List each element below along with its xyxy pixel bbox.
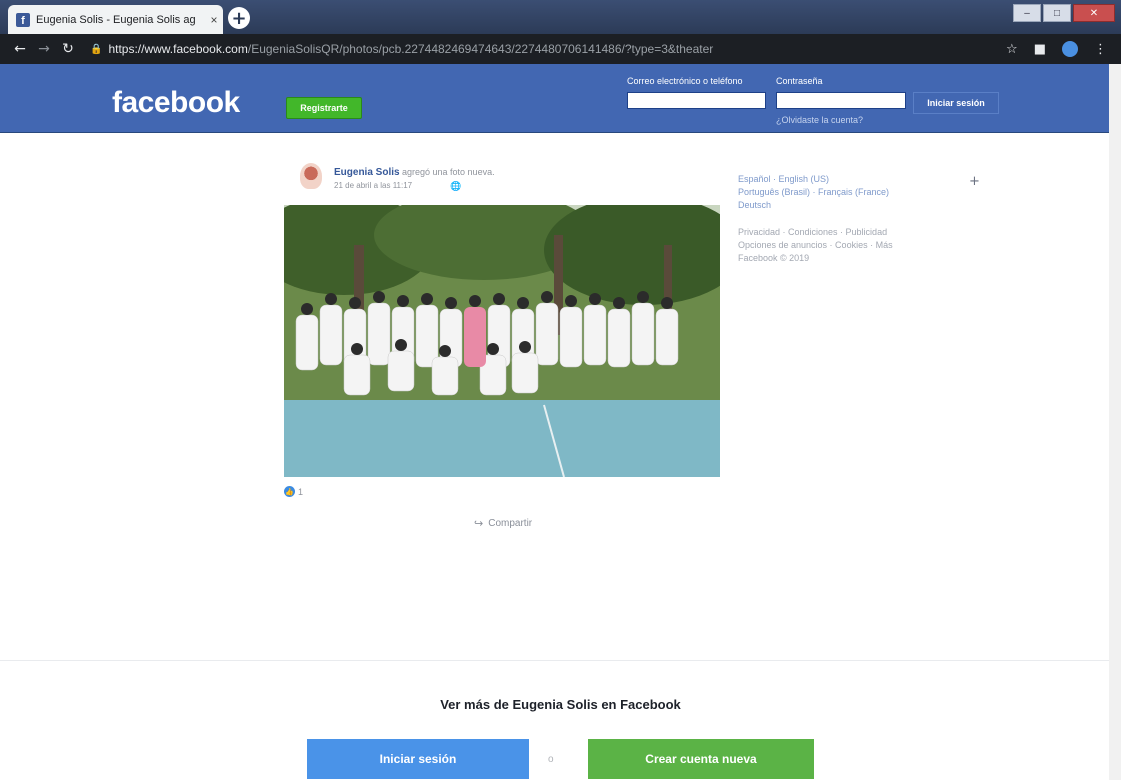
reactions-row[interactable]: 👍 1 (284, 486, 303, 497)
footer-line[interactable]: Opciones de anuncios · Cookies · Más (738, 239, 963, 252)
register-button[interactable]: Registrarte (286, 97, 362, 119)
password-field[interactable] (776, 92, 906, 109)
create-account-button[interactable]: Crear cuenta nueva (588, 739, 814, 779)
add-language-icon[interactable]: + (969, 174, 980, 189)
profile-icon[interactable] (1062, 41, 1078, 57)
back-icon[interactable]: ← (8, 41, 32, 57)
globe-icon: 🌐 (450, 181, 462, 191)
see-more-heading: Ver más de Eugenia Solis en Facebook (440, 697, 681, 712)
header-login-button[interactable]: Iniciar sesión (913, 92, 999, 114)
tab-close-icon[interactable]: × (205, 13, 223, 27)
language-line[interactable]: Español · English (US) (738, 173, 963, 186)
address-bar: ← → ↻ 🔒 https://www.facebook.com /Eugeni… (0, 34, 1121, 64)
password-label: Contraseña (776, 76, 823, 86)
post-photo[interactable] (284, 205, 720, 477)
language-list: Español · English (US) Português (Brasil… (738, 173, 963, 212)
window-controls: – □ ✕ (1013, 4, 1115, 22)
close-window-icon[interactable]: ✕ (1073, 4, 1115, 22)
group-photo-illustration (284, 205, 720, 477)
facebook-header: facebook Registrarte Correo electrónico … (0, 64, 1109, 133)
tab-title: Eugenia Solis - Eugenia Solis ag (36, 13, 196, 26)
menu-icon[interactable]: ⋮ (1094, 42, 1107, 57)
browser-tab-bar: f Eugenia Solis - Eugenia Solis ag × + –… (0, 0, 1121, 34)
reaction-count: 1 (298, 486, 304, 497)
browser-tab[interactable]: f Eugenia Solis - Eugenia Solis ag × (8, 5, 223, 34)
share-icon: ↪ (474, 517, 484, 530)
page-scrollbar[interactable] (1109, 64, 1121, 780)
footer-copyright: Facebook © 2019 (738, 253, 810, 263)
login-prompt-bar (0, 660, 1109, 781)
like-icon: 👍 (284, 486, 295, 497)
star-icon[interactable]: ☆ (1006, 42, 1018, 57)
avatar[interactable] (300, 163, 322, 189)
url-path: /EugeniaSolisQR/photos/pcb.2274482469474… (247, 42, 714, 56)
right-column: Español · English (US) Português (Brasil… (738, 173, 963, 265)
url-host: https://www.facebook.com (108, 42, 248, 56)
forward-icon[interactable]: → (32, 41, 56, 57)
forgot-account-link[interactable]: ¿Olvidaste la cuenta? (776, 115, 863, 125)
post-action-text: agregó una foto nueva. (402, 167, 495, 177)
email-label: Correo electrónico o teléfono (627, 76, 743, 86)
share-label: Compartir (488, 518, 533, 529)
email-field[interactable] (627, 92, 766, 109)
footer-links: Privacidad · Condiciones · Publicidad Op… (738, 226, 963, 265)
facebook-favicon-icon: f (16, 12, 30, 27)
login-button[interactable]: Iniciar sesión (307, 739, 529, 779)
share-button[interactable]: ↪ Compartir (474, 517, 532, 530)
lock-icon: 🔒 (90, 43, 103, 55)
new-tab-button[interactable]: + (228, 7, 250, 29)
post-date-link[interactable]: 21 de abril a las 11:17 (334, 181, 412, 190)
facebook-logo[interactable]: facebook (112, 86, 240, 120)
minimize-icon[interactable]: – (1013, 4, 1041, 22)
footer-line[interactable]: Privacidad · Condiciones · Publicidad (738, 226, 963, 239)
language-line[interactable]: Português (Brasil) · Français (France) (738, 186, 963, 199)
maximize-icon[interactable]: □ (1043, 4, 1071, 22)
or-separator: o (548, 754, 554, 765)
extension-icon[interactable]: ■ (1034, 42, 1046, 57)
language-line[interactable]: Deutsch (738, 199, 963, 212)
reload-icon[interactable]: ↻ (56, 41, 80, 57)
post-author-link[interactable]: Eugenia Solis (334, 167, 400, 178)
url-field[interactable]: 🔒 https://www.facebook.com /EugeniaSolis… (90, 42, 1006, 56)
